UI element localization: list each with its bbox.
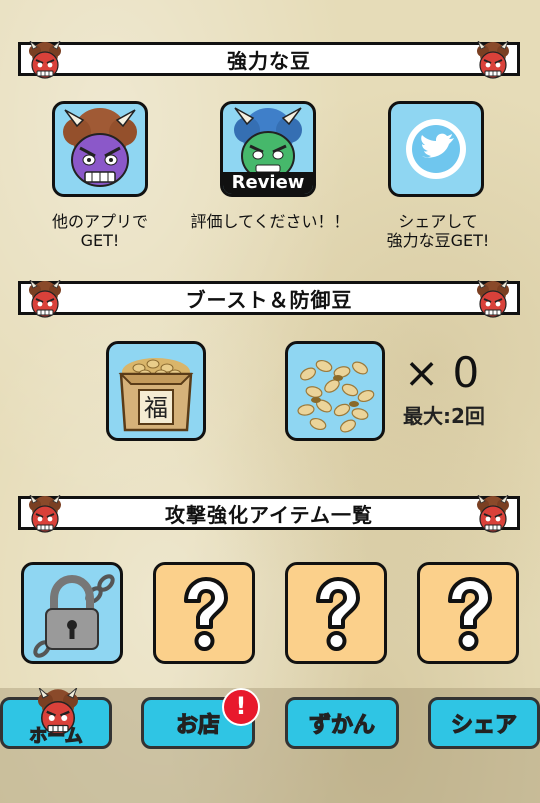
oni-face-icon (25, 280, 65, 320)
section-title: ブースト＆防御豆 (185, 287, 353, 312)
section-header-attack-items: 攻撃強化アイテム一覧 (18, 496, 520, 530)
share-twitter-button[interactable] (388, 101, 484, 197)
review-button[interactable]: Review (220, 101, 316, 197)
fuku-masu-icon: 福 (118, 358, 194, 432)
purple-oni-icon (63, 108, 137, 187)
attack-item-slot-unknown[interactable] (285, 562, 387, 664)
oni-face-icon (473, 280, 513, 320)
other-apps-button[interactable] (52, 101, 148, 197)
nav-home-button[interactable]: ホーム (0, 697, 112, 749)
question-mark-icon (288, 565, 384, 661)
nav-shop-label: お店 (175, 712, 220, 738)
section-title: 強力な豆 (227, 48, 311, 73)
beans-icon (297, 359, 375, 433)
oni-face-icon (473, 495, 513, 535)
fuku-masu-button[interactable]: 福 (106, 341, 206, 441)
question-mark-icon (156, 565, 252, 661)
nav-share-button[interactable]: シェア (428, 697, 540, 749)
fuku-kanji: 福 (144, 394, 168, 422)
nav-share-label: シェア (450, 712, 517, 738)
nav-shop-button[interactable]: お店 ! (141, 688, 260, 749)
oni-face-icon (25, 41, 65, 81)
notification-badge: ! (222, 688, 260, 726)
share-caption: シェアして 強力な豆GET! (386, 212, 490, 250)
beans-button[interactable] (285, 341, 385, 441)
padlock-chain-icon (33, 574, 115, 658)
review-badge: Review (223, 172, 313, 194)
section-header-boost-defense: ブースト＆防御豆 (18, 281, 520, 315)
attack-item-slot-locked[interactable] (21, 562, 123, 664)
section-header-strong-beans: 強力な豆 (18, 42, 520, 76)
nav-zukan-button[interactable]: ずかん (285, 697, 399, 749)
nav-zukan-label: ずかん (308, 712, 375, 738)
beans-max: 最大:2回 (403, 404, 485, 428)
question-mark-icon (420, 565, 516, 661)
other-apps-caption: 他のアプリで GET! (51, 212, 148, 250)
section-title: 攻撃強化アイテム一覧 (165, 502, 373, 527)
oni-face-icon (473, 41, 513, 81)
beans-count: × 0 (404, 348, 480, 397)
attack-item-slot-unknown[interactable] (153, 562, 255, 664)
review-caption: 評価してください！！ (190, 212, 350, 231)
twitter-bird-icon (406, 119, 466, 179)
nav-home-label: ホーム (29, 725, 84, 747)
oni-face-icon (25, 495, 65, 535)
attack-item-slot-unknown[interactable] (417, 562, 519, 664)
